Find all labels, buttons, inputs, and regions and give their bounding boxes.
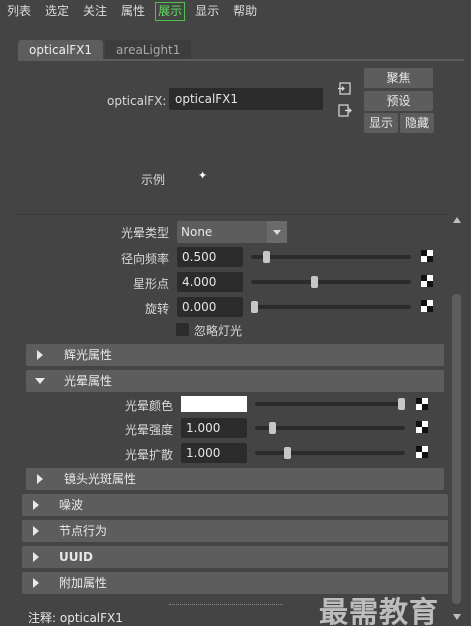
hide-button[interactable]: 隐藏 (400, 113, 434, 133)
chevron-down-icon (267, 221, 287, 243)
focus-button[interactable]: 聚焦 (364, 68, 433, 88)
rotation-slider-handle[interactable] (251, 301, 258, 313)
halo-intensity-map-icon[interactable] (416, 421, 428, 433)
extra-attributes-label: 附加属性 (59, 576, 108, 590)
halo-type-value: None (181, 225, 213, 239)
expand-arrow-icon (33, 552, 39, 562)
halo-color-label: 光晕颜色 (124, 399, 173, 413)
scrollbar-thumb[interactable] (452, 294, 461, 604)
star-points-label: 星形点 (132, 277, 169, 291)
swatch-label: 示例 (141, 173, 166, 187)
node-name-field[interactable]: opticalFX1 (169, 88, 323, 110)
tab-arealight1[interactable]: areaLight1 (105, 40, 192, 60)
menu-focus[interactable]: 关注 (76, 1, 114, 21)
show-button[interactable]: 显示 (364, 113, 398, 133)
notes-divider[interactable] (169, 604, 283, 605)
ignore-lights-checkbox[interactable] (176, 323, 189, 336)
tab-divider (18, 59, 464, 61)
halo-type-label: 光晕类型 (120, 226, 169, 240)
halo-intensity-label: 光晕强度 (124, 423, 173, 437)
collapse-arrow-icon (35, 378, 45, 384)
scroll-top-divider (18, 214, 450, 215)
halo-type-dropdown[interactable]: None (177, 221, 287, 243)
halo-attributes-section[interactable]: 光晕属性 (26, 370, 444, 392)
output-connections-icon[interactable] (338, 104, 352, 117)
lens-flare-attributes-label: 镜头光斑属性 (64, 472, 137, 486)
node-tabs: opticalFX1 areaLight1 (18, 40, 192, 60)
halo-intensity-slider[interactable] (255, 426, 405, 430)
halo-intensity-field[interactable]: 1.000 (181, 418, 247, 438)
expand-arrow-icon (33, 500, 39, 510)
halo-color-swatch[interactable] (181, 396, 247, 412)
halo-spread-label: 光晕扩散 (124, 448, 173, 462)
halo-spread-slider-handle[interactable] (283, 447, 291, 459)
uuid-label: UUID (59, 550, 93, 564)
expand-arrow-icon (33, 578, 39, 588)
notes-label: 注释: opticalFX1 (28, 611, 123, 625)
attribute-editor-panel: opticalFX1 areaLight1 opticalFX: optical… (7, 24, 464, 626)
radial-frequency-label: 径向频率 (120, 252, 169, 266)
halo-spread-field[interactable]: 1.000 (181, 443, 247, 463)
node-type-label: opticalFX: (107, 94, 167, 108)
node-behavior-section[interactable]: 节点行为 (22, 520, 448, 542)
ignore-lights-label: 忽略灯光 (194, 324, 243, 338)
noise-section[interactable]: 噪波 (22, 494, 448, 516)
scroll-up-arrow-icon[interactable] (453, 217, 461, 223)
radial-frequency-map-icon[interactable] (421, 250, 433, 262)
star-points-slider[interactable] (251, 280, 411, 284)
lens-flare-attributes-section[interactable]: 镜头光斑属性 (26, 468, 444, 490)
watermark-logo: 最需教育 (319, 595, 440, 626)
star-points-slider-handle[interactable] (310, 276, 318, 288)
uuid-section[interactable]: UUID (22, 546, 448, 568)
rotation-slider[interactable] (251, 305, 411, 309)
halo-spread-slider[interactable] (255, 451, 405, 455)
radial-frequency-slider-handle[interactable] (263, 251, 271, 263)
menu-help[interactable]: 帮助 (226, 1, 264, 21)
glow-attributes-section[interactable]: 辉光属性 (26, 344, 444, 366)
swatch-preview-icon: ✦ (198, 169, 208, 182)
menu-select[interactable]: 选定 (38, 1, 76, 21)
presets-button[interactable]: 预设 (364, 91, 433, 111)
expand-arrow-icon (37, 474, 43, 484)
halo-intensity-slider-handle[interactable] (269, 422, 277, 434)
halo-spread-map-icon[interactable] (416, 446, 428, 458)
expand-arrow-icon (37, 350, 43, 360)
menubar: 列表 选定 关注 属性 展示 显示 帮助 (0, 0, 471, 22)
halo-color-slider-handle[interactable] (398, 398, 405, 410)
halo-color-slider[interactable] (255, 402, 405, 406)
star-points-field[interactable]: 4.000 (177, 272, 243, 292)
rotation-label: 旋转 (144, 302, 169, 316)
radial-frequency-field[interactable]: 0.500 (177, 247, 243, 267)
menu-show[interactable]: 展示 (155, 1, 186, 21)
menu-list[interactable]: 列表 (0, 1, 38, 21)
rotation-field[interactable]: 0.000 (177, 297, 243, 317)
noise-label: 噪波 (59, 498, 84, 512)
menu-display[interactable]: 显示 (188, 1, 226, 21)
radial-frequency-slider[interactable] (251, 255, 411, 259)
rotation-map-icon[interactable] (421, 300, 433, 312)
scroll-down-arrow-icon[interactable] (453, 614, 461, 620)
halo-color-map-icon[interactable] (416, 398, 428, 410)
expand-arrow-icon (33, 526, 39, 536)
menu-attributes[interactable]: 属性 (114, 1, 152, 21)
input-connections-icon[interactable] (338, 82, 352, 95)
halo-attributes-label: 光晕属性 (64, 374, 113, 388)
star-points-map-icon[interactable] (421, 275, 433, 287)
glow-attributes-label: 辉光属性 (64, 348, 113, 362)
node-behavior-label: 节点行为 (59, 524, 108, 538)
tab-opticalfx1[interactable]: opticalFX1 (18, 40, 104, 60)
